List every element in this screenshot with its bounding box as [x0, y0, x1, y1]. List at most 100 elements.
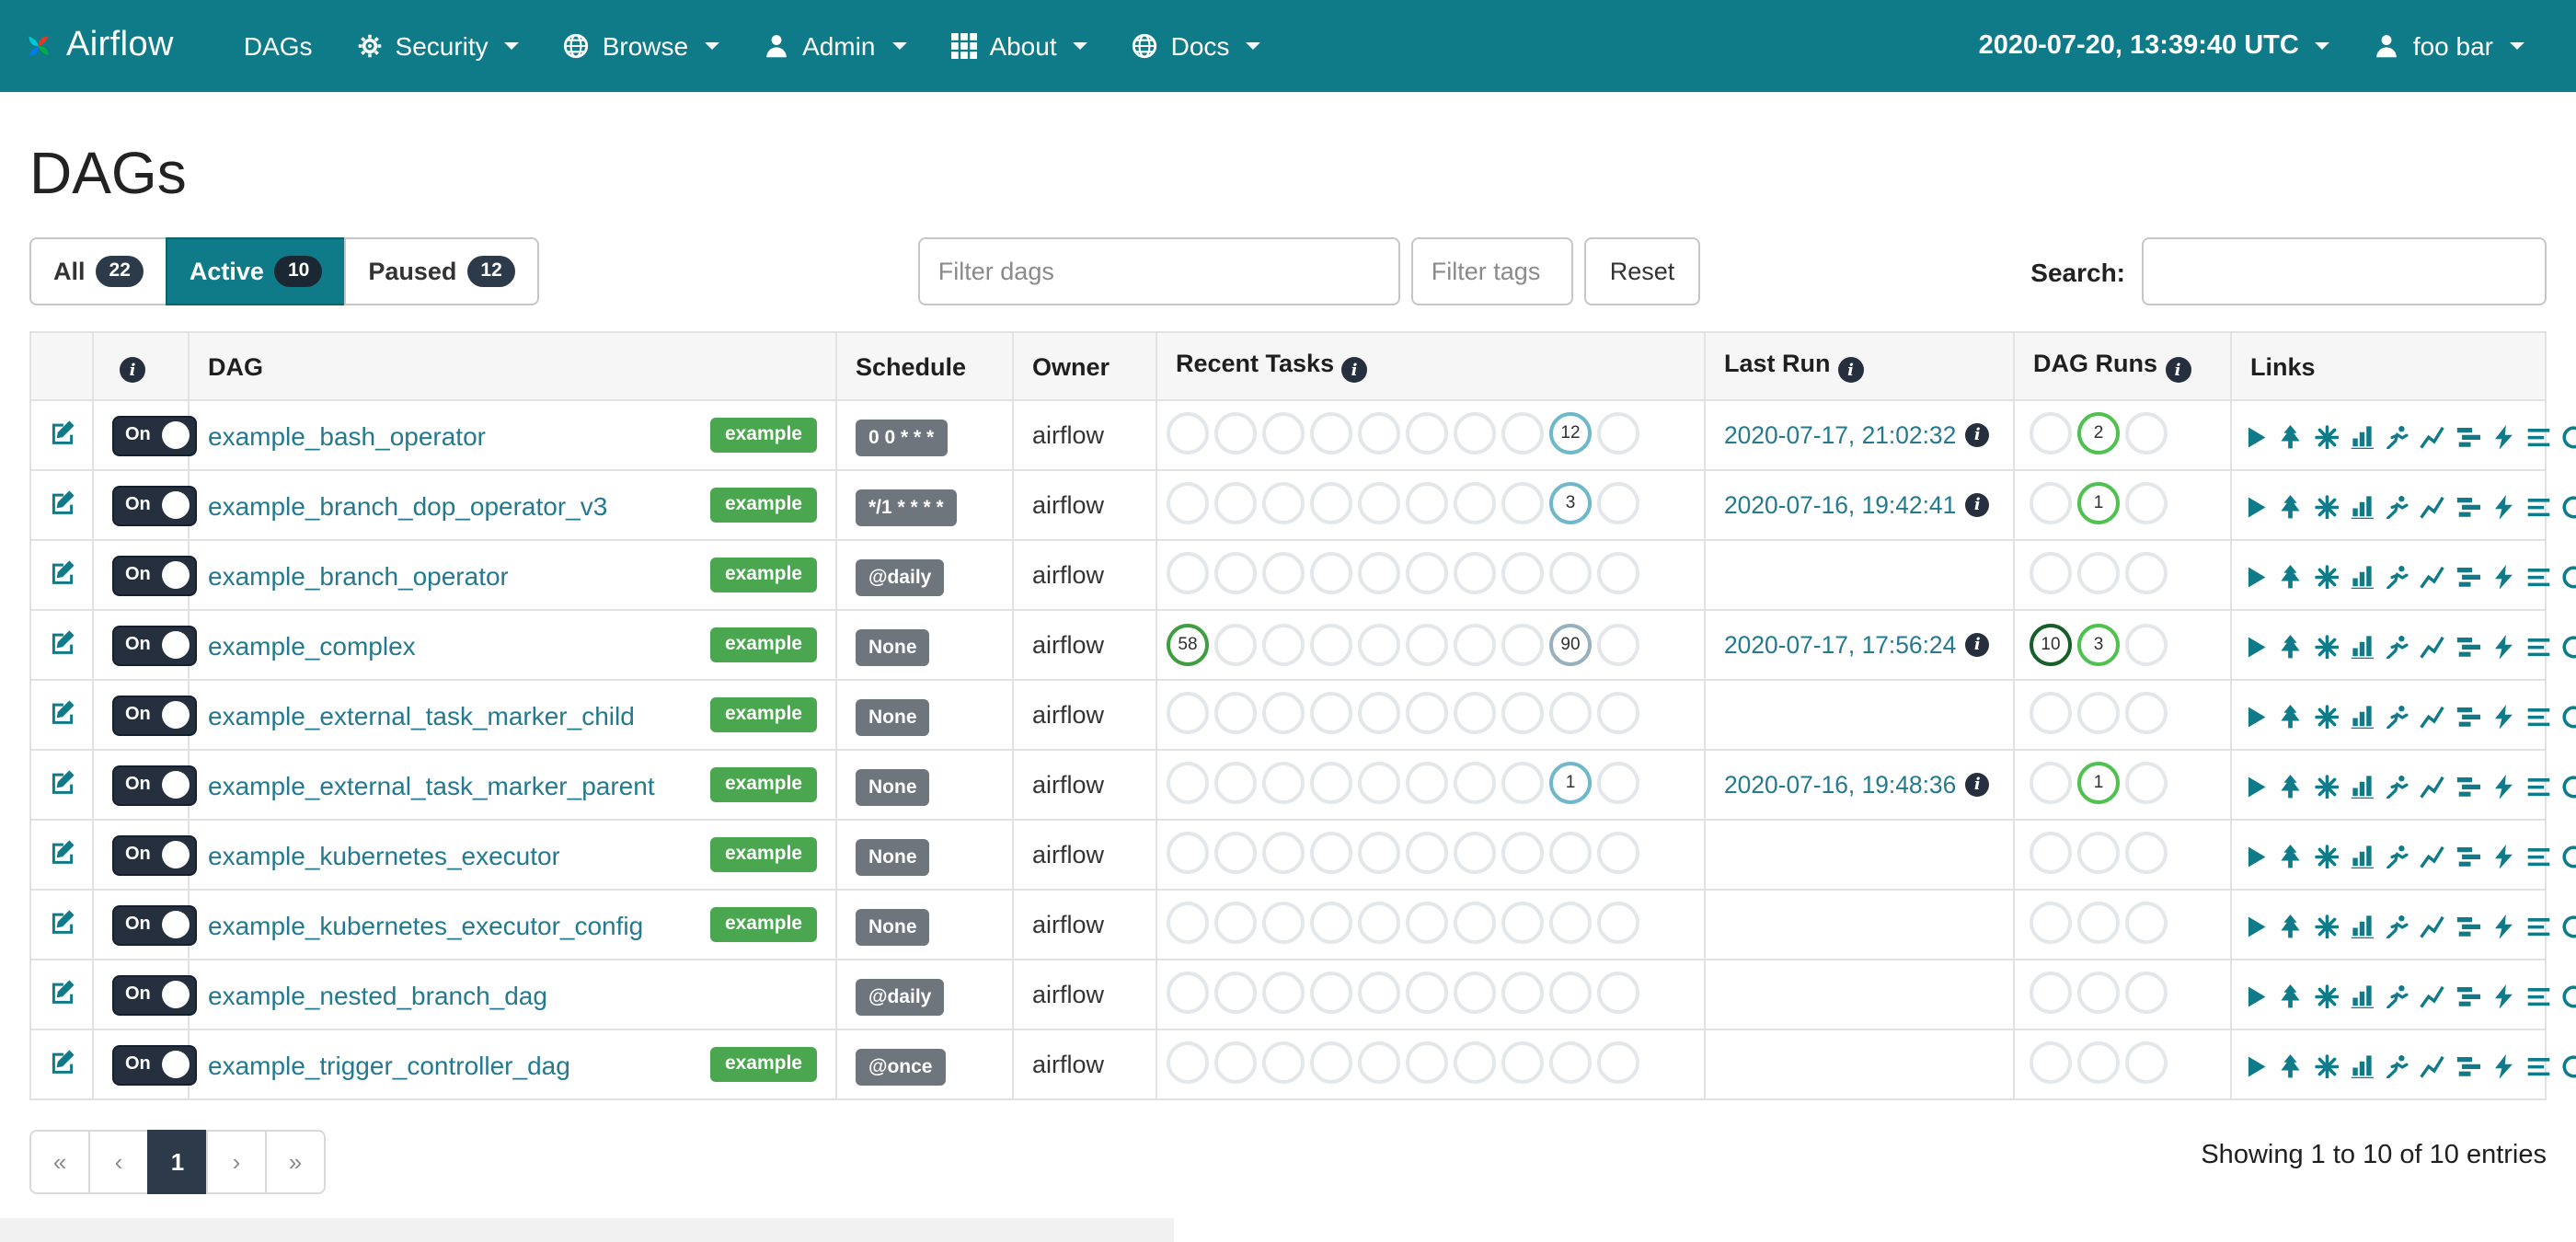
state-circle[interactable] — [1549, 551, 1592, 593]
code-icon[interactable] — [2491, 704, 2516, 729]
state-circle[interactable] — [1501, 411, 1544, 454]
filter-all-button[interactable]: All 22 — [29, 237, 167, 305]
state-circle[interactable] — [2077, 551, 2120, 593]
state-circle[interactable] — [1262, 971, 1305, 1013]
state-circle[interactable] — [1214, 1041, 1257, 1083]
dag-link[interactable]: example_external_task_marker_child — [208, 700, 635, 730]
dag-tag-badge[interactable]: example — [710, 838, 817, 872]
state-circle[interactable] — [1214, 831, 1257, 873]
state-circle[interactable] — [1310, 411, 1352, 454]
refresh-icon[interactable] — [2562, 704, 2576, 729]
state-circle[interactable] — [1501, 481, 1544, 523]
dag-pause-toggle[interactable]: On — [112, 695, 197, 735]
state-circle[interactable] — [1501, 1041, 1544, 1083]
dag-details-icon[interactable] — [2526, 704, 2551, 729]
gantt-icon[interactable] — [2455, 634, 2480, 659]
nav-dags[interactable]: DAGs — [222, 0, 335, 92]
edit-dag-icon[interactable] — [50, 559, 75, 585]
gantt-icon[interactable] — [2455, 494, 2480, 519]
refresh-icon[interactable] — [2562, 634, 2576, 659]
state-circle[interactable] — [2125, 481, 2168, 523]
state-circle[interactable] — [1167, 551, 1209, 593]
tree-view-icon[interactable] — [2279, 704, 2304, 729]
dag-link[interactable]: example_bash_operator — [208, 420, 486, 450]
state-circle[interactable] — [1167, 411, 1209, 454]
edit-dag-icon[interactable] — [50, 769, 75, 795]
landing-times-icon[interactable] — [2421, 424, 2445, 449]
state-circle[interactable] — [1406, 691, 1448, 733]
dag-pause-toggle[interactable]: On — [112, 834, 197, 875]
filter-paused-button[interactable]: Paused 12 — [344, 237, 538, 305]
nav-admin[interactable]: Admin — [742, 0, 928, 92]
state-circle[interactable] — [1597, 624, 1639, 666]
dag-tag-badge[interactable]: example — [710, 489, 817, 523]
tree-view-icon[interactable] — [2279, 564, 2304, 589]
state-circle[interactable] — [1406, 411, 1448, 454]
nav-browse[interactable]: Browse — [542, 0, 742, 92]
state-circle[interactable] — [2125, 551, 2168, 593]
trigger-dag-icon[interactable] — [2243, 564, 2268, 589]
nav-docs[interactable]: Docs — [1110, 0, 1283, 92]
task-duration-icon[interactable] — [2350, 774, 2375, 799]
state-circle[interactable] — [1454, 411, 1496, 454]
filter-tags-input[interactable] — [1411, 237, 1573, 305]
tree-view-icon[interactable] — [2279, 844, 2304, 868]
last-run-link[interactable]: 2020-07-16, 19:42:41 — [1724, 491, 1956, 519]
dag-details-icon[interactable] — [2526, 424, 2551, 449]
refresh-icon[interactable] — [2562, 424, 2576, 449]
task-tries-icon[interactable] — [2385, 983, 2409, 1008]
graph-view-icon[interactable] — [2314, 774, 2339, 799]
gantt-icon[interactable] — [2455, 704, 2480, 729]
dag-link[interactable]: example_external_task_marker_parent — [208, 770, 655, 799]
state-circle[interactable] — [1214, 624, 1257, 666]
trigger-dag-icon[interactable] — [2243, 634, 2268, 659]
edit-dag-icon[interactable] — [50, 1049, 75, 1075]
edit-dag-icon[interactable] — [50, 629, 75, 655]
gantt-icon[interactable] — [2455, 1053, 2480, 1078]
gantt-icon[interactable] — [2455, 983, 2480, 1008]
state-circle[interactable] — [2077, 831, 2120, 873]
refresh-icon[interactable] — [2562, 914, 2576, 938]
code-icon[interactable] — [2491, 983, 2516, 1008]
state-circle[interactable] — [1167, 901, 1209, 943]
state-circle[interactable] — [1167, 481, 1209, 523]
dag-details-icon[interactable] — [2526, 494, 2551, 519]
state-circle[interactable] — [1454, 1041, 1496, 1083]
state-circle[interactable] — [1358, 1041, 1400, 1083]
task-tries-icon[interactable] — [2385, 704, 2409, 729]
dag-tag-badge[interactable]: example — [710, 768, 817, 802]
state-circle[interactable]: 58 — [1167, 624, 1209, 666]
state-circle[interactable] — [1549, 1041, 1592, 1083]
trigger-dag-icon[interactable] — [2243, 424, 2268, 449]
dag-tag-badge[interactable]: example — [710, 698, 817, 732]
state-circle[interactable] — [1406, 481, 1448, 523]
state-circle[interactable] — [1167, 1041, 1209, 1083]
dag-pause-toggle[interactable]: On — [112, 974, 197, 1015]
dag-tag-badge[interactable]: example — [710, 908, 817, 942]
state-circle[interactable] — [1310, 831, 1352, 873]
state-circle[interactable] — [1501, 971, 1544, 1013]
state-circle[interactable]: 1 — [2077, 761, 2120, 803]
trigger-dag-icon[interactable] — [2243, 774, 2268, 799]
state-circle[interactable] — [2077, 971, 2120, 1013]
task-tries-icon[interactable] — [2385, 1053, 2409, 1078]
task-duration-icon[interactable] — [2350, 844, 2375, 868]
graph-view-icon[interactable] — [2314, 844, 2339, 868]
state-circle[interactable] — [1310, 481, 1352, 523]
tree-view-icon[interactable] — [2279, 634, 2304, 659]
task-duration-icon[interactable] — [2350, 704, 2375, 729]
state-circle[interactable] — [2030, 551, 2072, 593]
user-dropdown[interactable]: foo bar — [2352, 0, 2547, 92]
dag-details-icon[interactable] — [2526, 634, 2551, 659]
state-circle[interactable] — [1597, 761, 1639, 803]
state-circle[interactable] — [1358, 411, 1400, 454]
refresh-icon[interactable] — [2562, 844, 2576, 868]
graph-view-icon[interactable] — [2314, 1053, 2339, 1078]
state-circle[interactable] — [1262, 551, 1305, 593]
state-circle[interactable] — [1358, 901, 1400, 943]
gantt-icon[interactable] — [2455, 564, 2480, 589]
tree-view-icon[interactable] — [2279, 424, 2304, 449]
task-tries-icon[interactable] — [2385, 774, 2409, 799]
graph-view-icon[interactable] — [2314, 704, 2339, 729]
landing-times-icon[interactable] — [2421, 844, 2445, 868]
